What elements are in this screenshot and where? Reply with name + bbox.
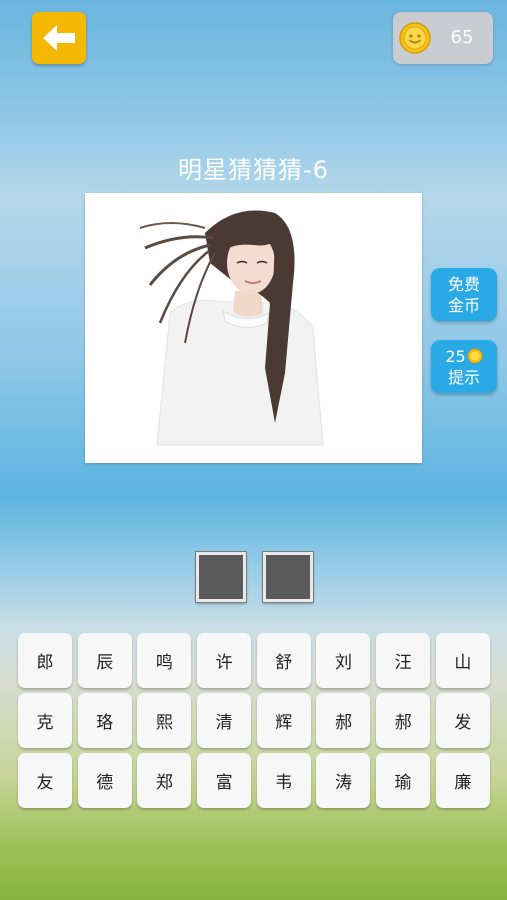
character-key[interactable]: 郝 bbox=[376, 693, 431, 748]
character-key[interactable]: 汪 bbox=[376, 633, 431, 688]
character-key[interactable]: 富 bbox=[197, 753, 252, 808]
answer-slot-1[interactable] bbox=[196, 552, 246, 602]
coin-balance: 65 bbox=[393, 12, 493, 64]
character-keyboard: 郎 辰 鸣 许 舒 刘 汪 山 克 珞 熙 清 辉 郝 郝 发 友 德 郑 富 … bbox=[18, 633, 490, 808]
character-key[interactable]: 发 bbox=[435, 693, 490, 748]
character-key[interactable]: 清 bbox=[197, 693, 252, 748]
character-key[interactable]: 山 bbox=[435, 633, 490, 688]
character-key[interactable]: 刘 bbox=[316, 633, 371, 688]
character-key[interactable]: 瑜 bbox=[376, 753, 431, 808]
page-title: 明星猜猜猜-6 bbox=[178, 156, 329, 184]
coin-icon bbox=[467, 348, 483, 364]
character-key[interactable]: 韦 bbox=[256, 753, 311, 808]
character-key[interactable]: 克 bbox=[18, 693, 72, 748]
character-key[interactable]: 郑 bbox=[137, 753, 192, 808]
hint-cost: 25 bbox=[445, 346, 466, 366]
character-key[interactable]: 辉 bbox=[256, 693, 311, 748]
back-button[interactable] bbox=[32, 12, 86, 64]
hint-button[interactable]: 25 提示 bbox=[431, 340, 497, 393]
character-key[interactable]: 舒 bbox=[256, 633, 311, 688]
character-key[interactable]: 许 bbox=[197, 633, 252, 688]
character-key[interactable]: 友 bbox=[18, 753, 72, 808]
character-key[interactable]: 德 bbox=[77, 753, 132, 808]
character-key[interactable]: 郝 bbox=[316, 693, 371, 748]
character-key[interactable]: 廉 bbox=[435, 753, 490, 808]
coin-icon bbox=[399, 22, 431, 54]
hint-label: 提示 bbox=[447, 367, 480, 387]
free-coins-line1: 免费 bbox=[447, 274, 480, 294]
character-key[interactable]: 郎 bbox=[18, 633, 72, 688]
character-key[interactable]: 鸣 bbox=[137, 633, 192, 688]
character-key[interactable]: 珞 bbox=[77, 693, 132, 748]
answer-slot-2[interactable] bbox=[263, 552, 313, 602]
character-key[interactable]: 熙 bbox=[137, 693, 192, 748]
coin-count: 65 bbox=[450, 27, 474, 48]
puzzle-photo bbox=[85, 193, 422, 463]
portrait-image bbox=[85, 193, 422, 463]
free-coins-line2: 金币 bbox=[447, 295, 480, 315]
character-key[interactable]: 涛 bbox=[316, 753, 371, 808]
free-coins-button[interactable]: 免费 金币 bbox=[431, 268, 497, 321]
character-key[interactable]: 辰 bbox=[77, 633, 132, 688]
arrow-left-icon bbox=[43, 25, 75, 51]
